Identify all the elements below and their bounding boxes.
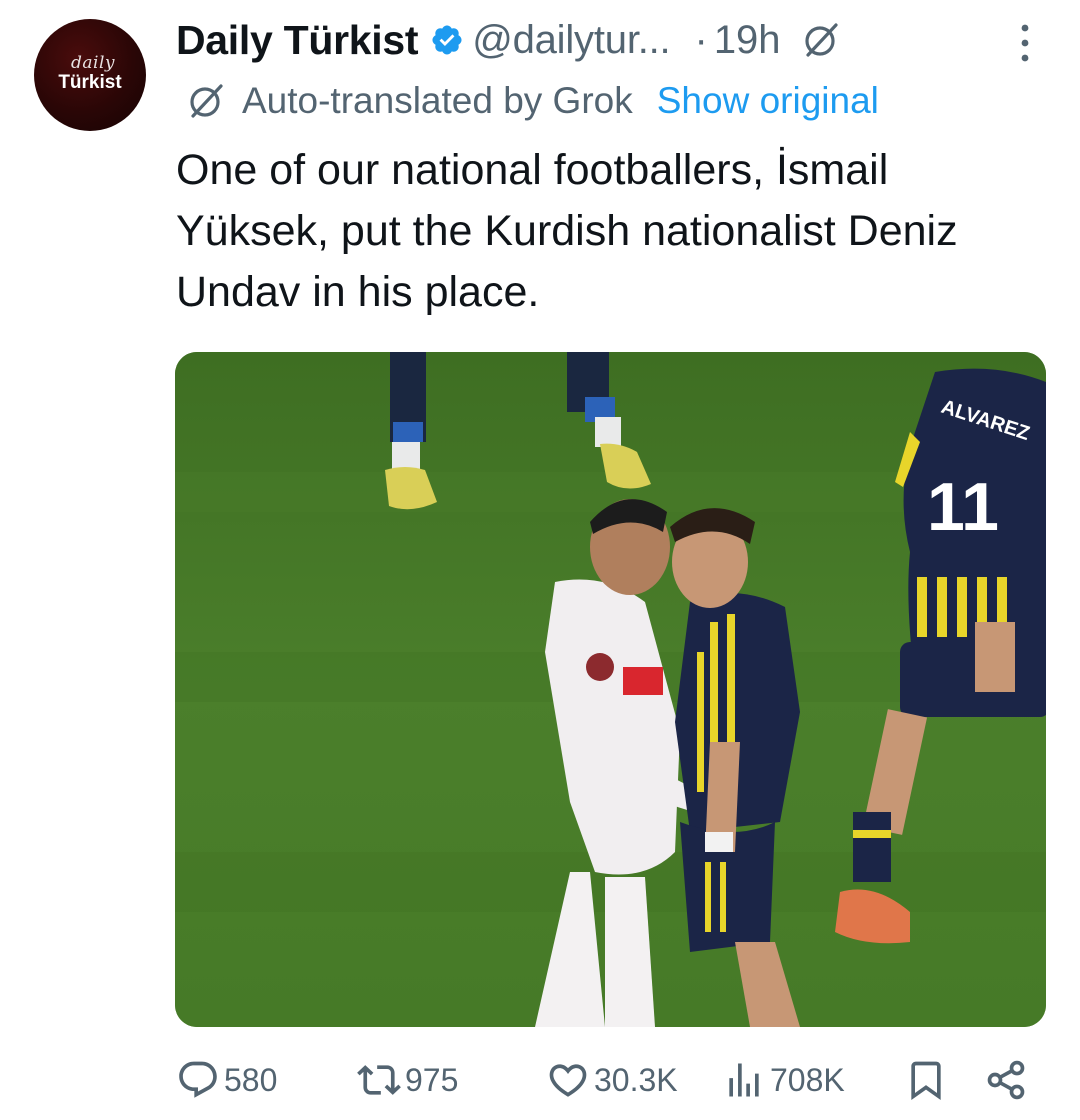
handle[interactable]: @dailytur... xyxy=(472,18,670,63)
like-icon xyxy=(549,1064,587,1097)
grok-icon xyxy=(804,23,838,57)
repost-count: 975 xyxy=(405,1061,459,1098)
avatar[interactable]: daily Türkist xyxy=(34,19,146,131)
timestamp[interactable]: 19h xyxy=(714,18,781,63)
bookmark-button[interactable] xyxy=(904,1050,948,1110)
repost-icon xyxy=(357,1065,401,1095)
grok-translate-icon xyxy=(190,84,223,118)
repost-button[interactable]: 975 xyxy=(357,1050,458,1110)
tweet-text: One of our national footballers, İsmail … xyxy=(176,146,958,316)
reply-icon xyxy=(179,1061,217,1098)
tweet-actions: 580 975 30.3K 708K xyxy=(0,1050,1080,1110)
bookmark-icon xyxy=(911,1061,941,1101)
share-button[interactable] xyxy=(984,1050,1028,1110)
views-button[interactable]: 708K xyxy=(722,1050,845,1110)
display-name[interactable]: Daily Türkist xyxy=(176,17,418,64)
views-icon xyxy=(729,1063,759,1097)
auto-translated-label: Auto-translated by Grok xyxy=(242,80,633,121)
separator: · xyxy=(694,17,708,62)
football-photo: ALVAREZ 11 xyxy=(175,352,1046,1027)
jersey-number: 11 xyxy=(927,469,999,545)
show-original-link[interactable]: Show original xyxy=(657,80,879,122)
avatar-logo-line2: Türkist xyxy=(58,72,122,93)
share-icon xyxy=(987,1060,1025,1100)
like-button[interactable]: 30.3K xyxy=(546,1050,678,1110)
like-count: 30.3K xyxy=(594,1061,678,1098)
avatar-logo-line1: daily xyxy=(71,53,115,73)
reply-button[interactable]: 580 xyxy=(176,1050,277,1110)
reply-count: 580 xyxy=(224,1061,278,1098)
translation-row: Auto-translated by Grok Show original xyxy=(186,76,879,126)
tweet-media-image[interactable]: ALVAREZ 11 xyxy=(175,352,1046,1027)
verified-badge-icon xyxy=(432,25,462,55)
more-icon[interactable] xyxy=(1010,18,1040,68)
tweet-header: Daily Türkist @dailytur... · 19h xyxy=(176,10,841,70)
view-count: 708K xyxy=(770,1061,845,1098)
